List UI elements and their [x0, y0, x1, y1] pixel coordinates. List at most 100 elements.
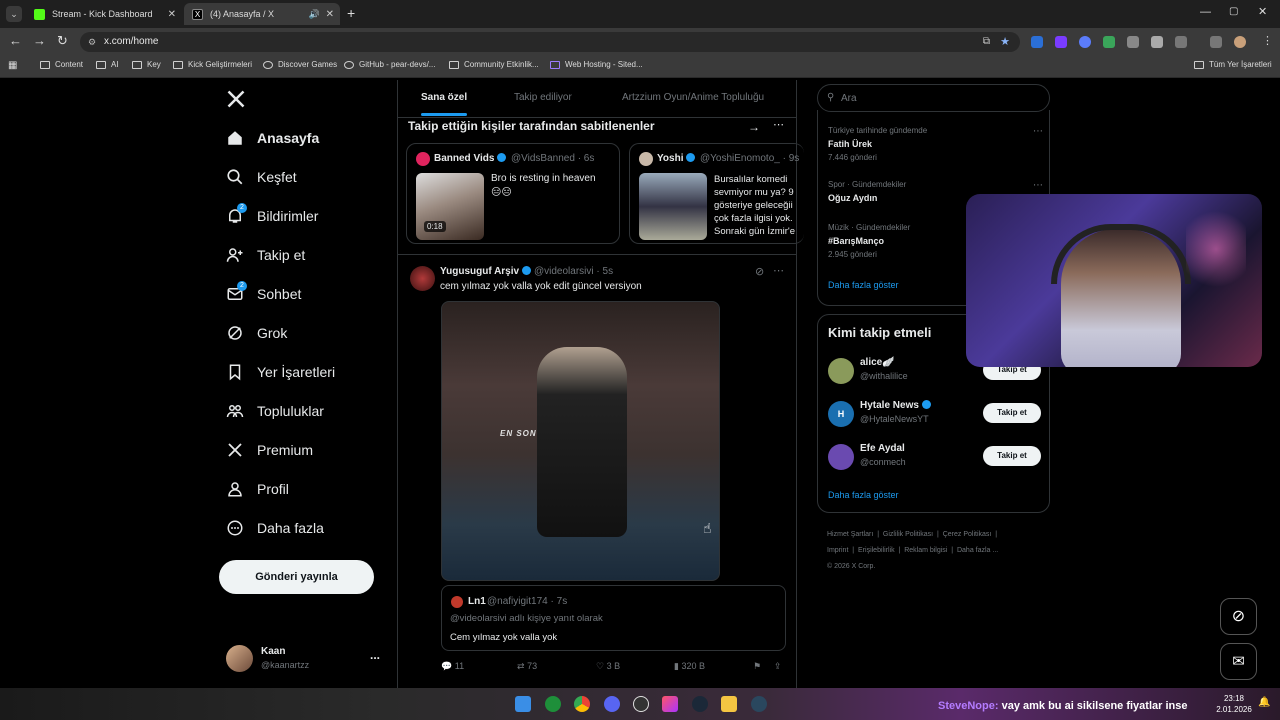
speaker-icon[interactable]: 🔊: [309, 9, 320, 20]
pinned-post-card[interactable]: Banned Vids @VidsBanned · 6s 0:18 Bro is…: [406, 143, 620, 244]
like-button[interactable]: ♡ 3 B: [596, 661, 620, 672]
maximize-icon[interactable]: ▢: [1229, 6, 1238, 17]
reply-button[interactable]: 💬 11: [441, 661, 464, 672]
search-input[interactable]: ⚲ Ara: [817, 84, 1050, 112]
nav-item-grok[interactable]: Grok: [226, 324, 287, 342]
footer-link[interactable]: Gizlilik Politikası: [883, 531, 933, 538]
notification-bell-icon[interactable]: 🔔: [1258, 697, 1270, 708]
tab-community[interactable]: Artzzium Oyun/Anime Topluluğu: [622, 92, 764, 103]
extension-icon-6[interactable]: [1151, 36, 1163, 48]
file-explorer-icon[interactable]: [721, 696, 737, 712]
nav-item-notifications[interactable]: 2 Bildirimler: [226, 203, 318, 225]
tab-search-icon[interactable]: ⌄: [6, 6, 22, 22]
xbox-icon[interactable]: [545, 696, 561, 712]
follow-button[interactable]: Takip et: [983, 403, 1041, 423]
obs-icon[interactable]: [633, 696, 649, 712]
bookmark-item[interactable]: Key: [132, 60, 161, 69]
back-icon[interactable]: ←: [9, 33, 22, 48]
nav-item-profile[interactable]: Profil: [226, 480, 289, 498]
bookmark-star-icon[interactable]: ★: [1000, 32, 1010, 52]
trend-more-icon[interactable]: ⋯: [1033, 126, 1043, 137]
close-tab-icon[interactable]: ✕: [326, 9, 334, 20]
nav-item-explore[interactable]: Keşfet: [226, 168, 297, 186]
quoted-post[interactable]: Ln1 @nafiyigit174 · 7s @videolarsivi adl…: [441, 585, 786, 651]
x-logo-icon[interactable]: [226, 89, 246, 109]
pinned-post-card[interactable]: Yoshi @YoshiEnomoto_ · 9s Bursalılar kom…: [629, 143, 804, 244]
more-icon[interactable]: ⋯: [773, 118, 784, 131]
forward-icon[interactable]: →: [33, 33, 46, 48]
bookmark-icon[interactable]: ⚑: [753, 661, 761, 672]
post-image[interactable]: [639, 173, 707, 240]
discord-icon[interactable]: [604, 696, 620, 712]
tab-x-home[interactable]: X (4) Anasayfa / X 🔊 ✕: [184, 3, 340, 25]
more-icon[interactable]: ⋯: [773, 264, 784, 277]
nav-item-more[interactable]: Daha fazla: [226, 519, 324, 537]
tab-following[interactable]: Takip ediliyor: [514, 92, 572, 103]
post-button[interactable]: Gönderi yayınla: [219, 560, 374, 594]
repost-button[interactable]: ⇄ 73: [517, 661, 537, 672]
tab-for-you[interactable]: Sana özel: [421, 92, 467, 116]
follow-suggestion[interactable]: H Hytale News @HytaleNewsYT Takip et: [818, 398, 1051, 434]
chrome-menu-icon[interactable]: ⋮: [1262, 34, 1273, 47]
footer-link[interactable]: Reklam bilgisi: [904, 547, 947, 554]
tab-kick-dashboard[interactable]: Stream - Kick Dashboard ✕: [26, 3, 182, 25]
new-tab-icon[interactable]: +: [347, 5, 355, 21]
footer-link[interactable]: Çerez Politikası: [943, 531, 992, 538]
window-close-icon[interactable]: ✕: [1258, 5, 1267, 18]
nav-item-follow[interactable]: Takip et: [226, 246, 305, 264]
apps-grid-icon[interactable]: ▦: [8, 60, 17, 71]
share-icon[interactable]: ⇪: [774, 661, 782, 672]
profile-avatar-icon[interactable]: [1234, 36, 1246, 48]
extension-icon-3[interactable]: [1079, 36, 1091, 48]
minimize-icon[interactable]: —: [1200, 6, 1211, 18]
footer-link[interactable]: Daha fazla ...: [957, 547, 998, 554]
messages-float-button[interactable]: ✉: [1220, 643, 1257, 680]
follow-button[interactable]: Takip et: [983, 446, 1041, 466]
footer-link[interactable]: Imprint: [827, 547, 848, 554]
post-video[interactable]: EN SON: [441, 301, 720, 581]
extension-icon-4[interactable]: [1103, 36, 1115, 48]
trend-item[interactable]: Türkiye tarihinde gündemde Fatih Ürek 7.…: [828, 126, 1043, 162]
account-switcher[interactable]: Kaan @kaanartzz ...: [226, 644, 386, 674]
reload-icon[interactable]: ↻: [57, 33, 68, 49]
nav-item-home[interactable]: Anasayfa: [226, 129, 319, 147]
nav-item-premium[interactable]: Premium: [226, 441, 313, 459]
steam-icon[interactable]: [751, 696, 767, 712]
extension-icon-1[interactable]: [1031, 36, 1043, 48]
nav-item-communities[interactable]: Topluluklar: [226, 402, 324, 420]
feed-post[interactable]: Yugusuguf Arşiv @videolarsivi · 5s ⊘ ⋯ c…: [398, 255, 796, 687]
arrow-right-icon[interactable]: →: [748, 120, 760, 134]
install-app-icon[interactable]: ⧉: [983, 32, 990, 52]
footer-link[interactable]: Hizmet Şartları: [827, 531, 873, 538]
extension-icon-5[interactable]: [1127, 36, 1139, 48]
extension-icon-2[interactable]: [1055, 36, 1067, 48]
site-info-icon[interactable]: ⚙: [88, 32, 96, 52]
show-more-trends[interactable]: Daha fazla göster: [828, 280, 899, 290]
video-thumbnail[interactable]: 0:18: [416, 173, 484, 240]
account-more-icon[interactable]: ...: [370, 648, 380, 662]
avatar[interactable]: [410, 266, 435, 291]
all-bookmarks[interactable]: Tüm Yer İşaretleri: [1194, 60, 1272, 69]
grok-float-button[interactable]: ⊘: [1220, 598, 1257, 635]
bookmark-item[interactable]: Content: [40, 60, 83, 69]
bookmark-item[interactable]: GitHub - pear-devs/...: [344, 60, 435, 69]
chrome-icon[interactable]: [574, 696, 590, 712]
bookmark-item[interactable]: Discover Games: [263, 60, 337, 69]
steam-icon[interactable]: [692, 696, 708, 712]
follow-suggestion[interactable]: Efe Aydal @conmech Takip et: [818, 441, 1051, 477]
extensions-puzzle-icon[interactable]: [1175, 36, 1187, 48]
windows-start-icon[interactable]: [515, 696, 531, 712]
nav-item-chat[interactable]: 2 Sohbet: [226, 281, 301, 303]
trend-more-icon[interactable]: ⋯: [1033, 180, 1043, 191]
nav-item-bookmarks[interactable]: Yer İşaretleri: [226, 363, 335, 381]
tray-clock[interactable]: 23:18 2.01.2026: [1214, 693, 1254, 715]
show-more-follow[interactable]: Daha fazla göster: [828, 490, 899, 500]
close-tab-icon[interactable]: ✕: [168, 9, 176, 20]
bookmark-item[interactable]: AI: [96, 60, 119, 69]
bookmark-item[interactable]: Community Etkinlik...: [449, 60, 539, 69]
tab-list-icon[interactable]: [1210, 36, 1222, 48]
views-button[interactable]: ▮ 320 B: [674, 661, 705, 672]
footer-link[interactable]: Erişilebilirlik: [858, 547, 895, 554]
grok-icon[interactable]: ⊘: [755, 265, 764, 278]
bookmark-item[interactable]: Kick Geliştirmeleri: [173, 60, 252, 69]
